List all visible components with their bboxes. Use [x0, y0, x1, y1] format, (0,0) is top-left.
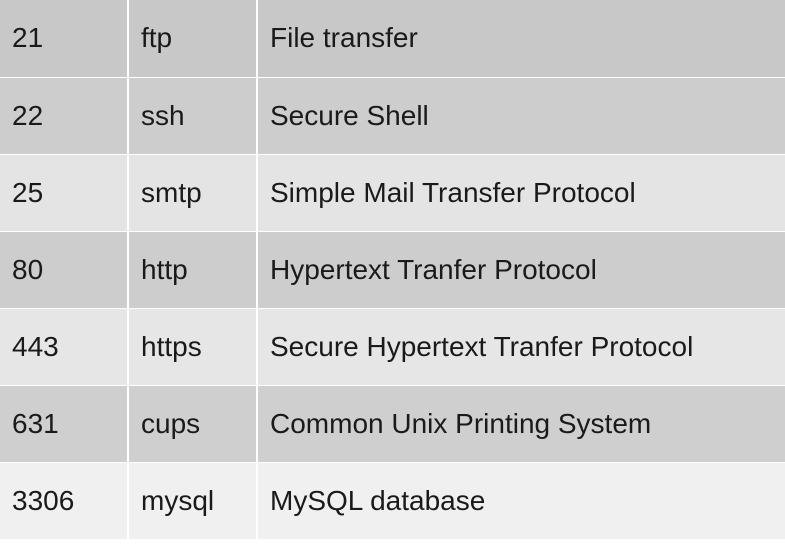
description-cell: Secure Shell — [257, 77, 785, 155]
port-cell: 80 — [0, 231, 129, 309]
port-cell: 22 — [0, 77, 129, 155]
table-row: 25 smtp Simple Mail Transfer Protocol — [0, 154, 785, 232]
port-cell: 631 — [0, 385, 129, 463]
description-cell: File transfer — [257, 0, 785, 78]
ports-table: 21 ftp File transfer 22 ssh Secure Shell… — [0, 0, 785, 540]
service-cell: mysql — [128, 462, 258, 540]
port-cell: 3306 — [0, 462, 129, 540]
service-cell: http — [128, 231, 258, 309]
service-cell: smtp — [128, 154, 258, 232]
table-row: 443 https Secure Hypertext Tranfer Proto… — [0, 308, 785, 386]
description-cell: Secure Hypertext Tranfer Protocol — [257, 308, 785, 386]
service-cell: https — [128, 308, 258, 386]
port-cell: 25 — [0, 154, 129, 232]
description-cell: Hypertext Tranfer Protocol — [257, 231, 785, 309]
description-cell: Simple Mail Transfer Protocol — [257, 154, 785, 232]
service-cell: cups — [128, 385, 258, 463]
description-cell: MySQL database — [257, 462, 785, 540]
description-cell: Common Unix Printing System — [257, 385, 785, 463]
service-cell: ftp — [128, 0, 258, 78]
table-row: 22 ssh Secure Shell — [0, 77, 785, 155]
service-cell: ssh — [128, 77, 258, 155]
port-cell: 443 — [0, 308, 129, 386]
table-row: 3306 mysql MySQL database — [0, 462, 785, 540]
table-row: 631 cups Common Unix Printing System — [0, 385, 785, 463]
port-cell: 21 — [0, 0, 129, 78]
ports-table-body: 21 ftp File transfer 22 ssh Secure Shell… — [0, 0, 785, 540]
table-row: 80 http Hypertext Tranfer Protocol — [0, 231, 785, 309]
table-row: 21 ftp File transfer — [0, 0, 785, 78]
